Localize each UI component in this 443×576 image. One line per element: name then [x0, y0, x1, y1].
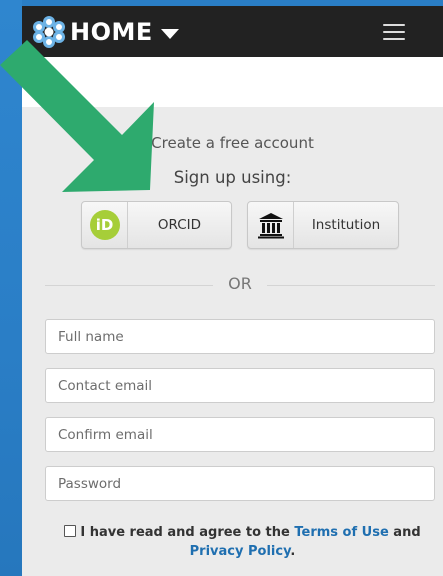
or-text: OR: [228, 274, 252, 293]
terms-agreement: I have read and agree to the Terms of Us…: [60, 523, 425, 561]
institution-signup-button[interactable]: Institution: [247, 201, 399, 249]
or-divider: OR: [45, 274, 435, 296]
agreement-suffix: .: [290, 544, 296, 559]
institution-icon-box: [248, 202, 294, 248]
orcid-icon-box: iD: [82, 202, 128, 248]
agreement-and: and: [388, 525, 421, 540]
confirm-email-input[interactable]: [45, 417, 435, 452]
orcid-button-label: ORCID: [157, 217, 202, 233]
hamburger-menu-icon[interactable]: [383, 24, 405, 40]
full-name-input[interactable]: [45, 319, 435, 354]
agree-checkbox[interactable]: [64, 525, 77, 537]
institution-button-label: Institution: [311, 217, 381, 233]
institution-building-icon: [257, 213, 284, 239]
arrow-pointer-icon: [0, 40, 154, 192]
orcid-signup-button[interactable]: iD ORCID: [81, 201, 232, 249]
password-input[interactable]: [45, 466, 435, 501]
terms-of-use-link[interactable]: Terms of Use: [294, 525, 388, 540]
privacy-policy-link[interactable]: Privacy Policy: [190, 544, 291, 559]
caret-down-icon: [160, 28, 179, 39]
agreement-prefix: I have read and agree to the: [80, 525, 295, 540]
contact-email-input[interactable]: [45, 368, 435, 403]
orcid-icon: iD: [89, 210, 120, 240]
divider-line-right: [267, 285, 435, 286]
